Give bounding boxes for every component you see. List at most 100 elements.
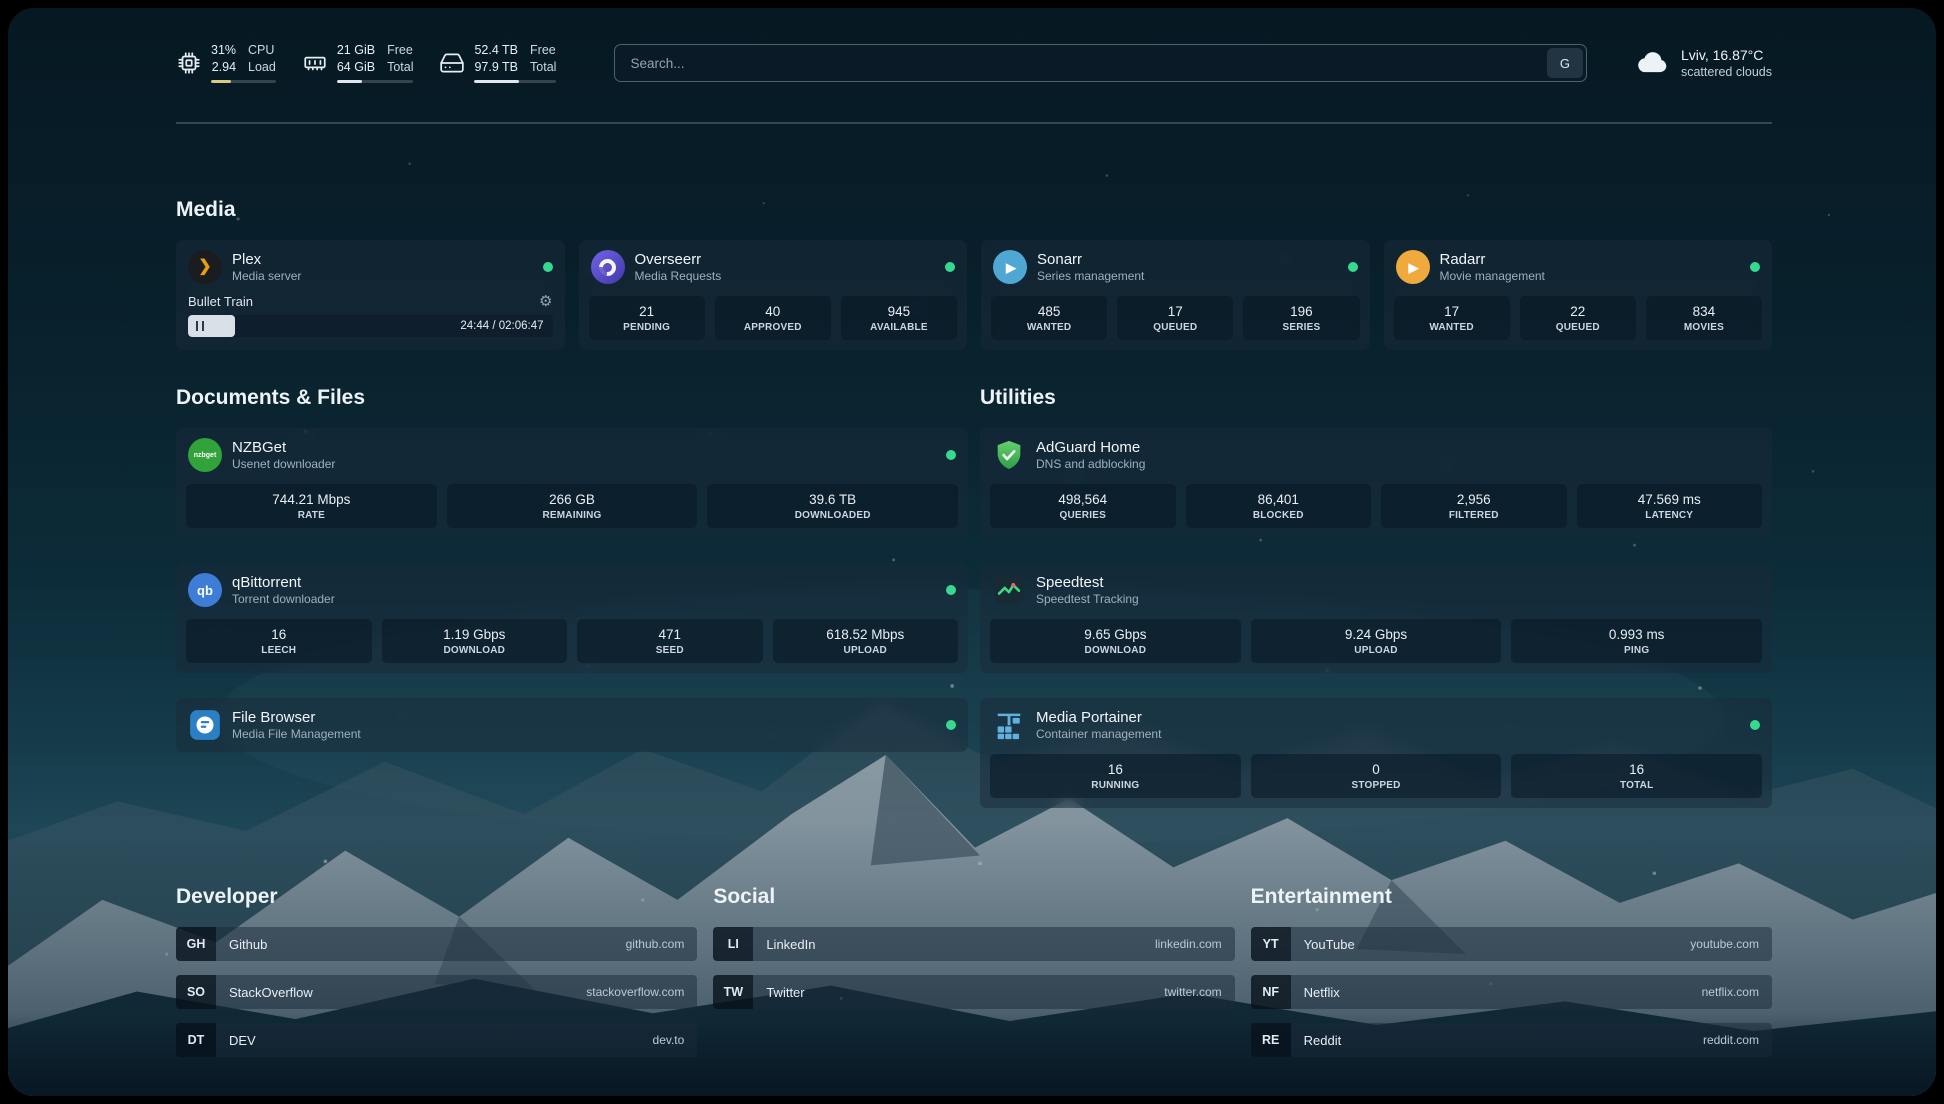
bookmark-group-developer: Developer GH Github github.com SO StackO… [176,885,697,1071]
bookmark-abbr: DT [176,1023,216,1057]
cpu-chip-icon [176,50,202,76]
stat-box: 9.65 Gbps DOWNLOAD [990,619,1241,663]
filebrowser-icon [188,708,222,742]
bookmark-abbr: SO [176,975,216,1009]
bookmark-abbr: TW [713,975,753,1009]
service-subtitle: DNS and adblocking [1036,457,1145,471]
section-utilities: Utilities AdGuard [980,386,1772,833]
memory-bar [337,80,414,83]
service-card-qbittorrent[interactable]: qb qBittorrent Torrent downloader 16 LEE… [176,563,968,673]
section-title-entertainment: Entertainment [1251,885,1772,909]
qbittorrent-icon: qb [188,573,222,607]
bookmark-youtube[interactable]: YT YouTube youtube.com [1251,927,1772,961]
service-card-plex[interactable]: ❯ Plex Media server Bullet Train ⚙ [176,240,565,350]
service-name: NZBGet [232,439,335,456]
stat-box: 86,401 BLOCKED [1186,484,1372,528]
weather-condition: scattered clouds [1681,64,1772,80]
service-card-sonarr[interactable]: ▶ Sonarr Series management 485 WANTED [981,240,1370,350]
cpu-load: 2.94 [211,60,236,76]
bookmark-github[interactable]: GH Github github.com [176,927,697,961]
service-name: Plex [232,251,301,268]
bookmark-stackoverflow[interactable]: SO StackOverflow stackoverflow.com [176,975,697,1009]
bookmark-reddit[interactable]: RE Reddit reddit.com [1251,1023,1772,1057]
disk-label-top: Free [530,43,556,59]
now-playing-title: Bullet Train [188,294,253,309]
service-card-adguard[interactable]: AdGuard Home DNS and adblocking 498,564 … [980,428,1772,538]
cpu-bar-fill [211,80,231,83]
bookmark-url: youtube.com [1690,937,1759,951]
plex-now-playing: Bullet Train ⚙ 24:44 / 02:06:47 [176,294,565,347]
gear-icon[interactable]: ⚙ [539,294,552,309]
service-name: Sonarr [1037,251,1144,268]
bookmark-group-social: Social LI LinkedIn linkedin.com TW Twitt… [713,885,1234,1071]
bookmark-url: linkedin.com [1155,937,1222,951]
service-subtitle: Movie management [1440,269,1545,283]
service-subtitle: Media File Management [232,727,361,741]
now-playing-time: 24:44 / 02:06:47 [460,320,552,332]
service-subtitle: Media Requests [635,269,722,283]
search-provider-button[interactable]: G [1547,48,1583,78]
stat-box: 39.6 TB DOWNLOADED [707,484,958,528]
dashboard-screen: 31% CPU 2.94 Load [8,8,1936,1096]
service-name: Radarr [1440,251,1545,268]
bookmark-twitter[interactable]: TW Twitter twitter.com [713,975,1234,1009]
disk-bar-fill [474,80,518,83]
plex-progress-fill [188,315,235,337]
service-card-filebrowser[interactable]: File Browser Media File Management [176,698,968,752]
bookmark-abbr: RE [1251,1023,1291,1057]
search-input[interactable] [618,56,1547,71]
bookmark-linkedin[interactable]: LI LinkedIn linkedin.com [713,927,1234,961]
bookmark-url: dev.to [653,1033,685,1047]
overseerr-icon [591,250,625,284]
bookmark-url: netflix.com [1702,985,1759,999]
service-subtitle: Speedtest Tracking [1036,592,1139,606]
stat-box: 0 STOPPED [1251,754,1502,798]
cpu-percent: 31% [211,43,236,59]
bookmark-abbr: GH [176,927,216,961]
stat-box: 1.19 Gbps DOWNLOAD [382,619,568,663]
hard-drive-icon [439,50,465,76]
bookmark-abbr: NF [1251,975,1291,1009]
service-name: AdGuard Home [1036,439,1145,456]
weather-widget[interactable]: Lviv, 16.87°C scattered clouds [1633,46,1772,81]
service-card-speedtest[interactable]: Speedtest Speedtest Tracking 9.65 Gbps D… [980,563,1772,673]
stat-box: 266 GB REMAINING [447,484,698,528]
section-title-media: Media [176,198,1772,222]
bookmark-name: DEV [229,1033,256,1048]
bookmark-netflix[interactable]: NF Netflix netflix.com [1251,975,1772,1009]
bookmark-abbr: YT [1251,927,1291,961]
service-name: Media Portainer [1036,709,1161,726]
pause-icon [196,321,204,331]
disk-bar [474,80,556,83]
status-dot [1750,262,1760,272]
radarr-icon: ▶ [1396,250,1430,284]
memory-bar-fill [337,80,362,83]
disk-free: 52.4 TB [474,43,518,59]
service-card-radarr[interactable]: ▶ Radarr Movie management 17 WANTED [1384,240,1773,350]
section-title-utilities: Utilities [980,386,1772,410]
portainer-icon [992,708,1026,742]
bookmark-name: StackOverflow [229,985,313,1000]
memory-free: 21 GiB [337,43,375,59]
stat-box: 498,564 QUERIES [990,484,1176,528]
service-card-nzbget[interactable]: nzbget NZBGet Usenet downloader 744.21 M… [176,428,968,538]
service-card-portainer[interactable]: Media Portainer Container management 16 … [980,698,1772,808]
service-card-overseerr[interactable]: Overseerr Media Requests 21 PENDING 40 A… [579,240,968,350]
status-dot [1750,720,1760,730]
service-subtitle: Series management [1037,269,1144,283]
topbar-divider [176,122,1772,124]
stat-box: 17 WANTED [1394,296,1510,340]
bookmark-url: stackoverflow.com [586,985,684,999]
plex-progress-bar[interactable]: 24:44 / 02:06:47 [188,315,553,337]
speedtest-icon [992,573,1026,607]
bookmark-dev[interactable]: DT DEV dev.to [176,1023,697,1057]
bookmark-name: LinkedIn [766,937,815,952]
memory-widget: 21 GiB Free 64 GiB Total [302,43,414,82]
stat-box: 744.21 Mbps RATE [186,484,437,528]
stat-box: 22 QUEUED [1520,296,1636,340]
bookmark-name: Twitter [766,985,804,1000]
bookmark-group-entertainment: Entertainment YT YouTube youtube.com NF … [1251,885,1772,1071]
sonarr-icon: ▶ [993,250,1027,284]
stat-box: 16 LEECH [186,619,372,663]
bookmark-name: Netflix [1304,985,1340,1000]
